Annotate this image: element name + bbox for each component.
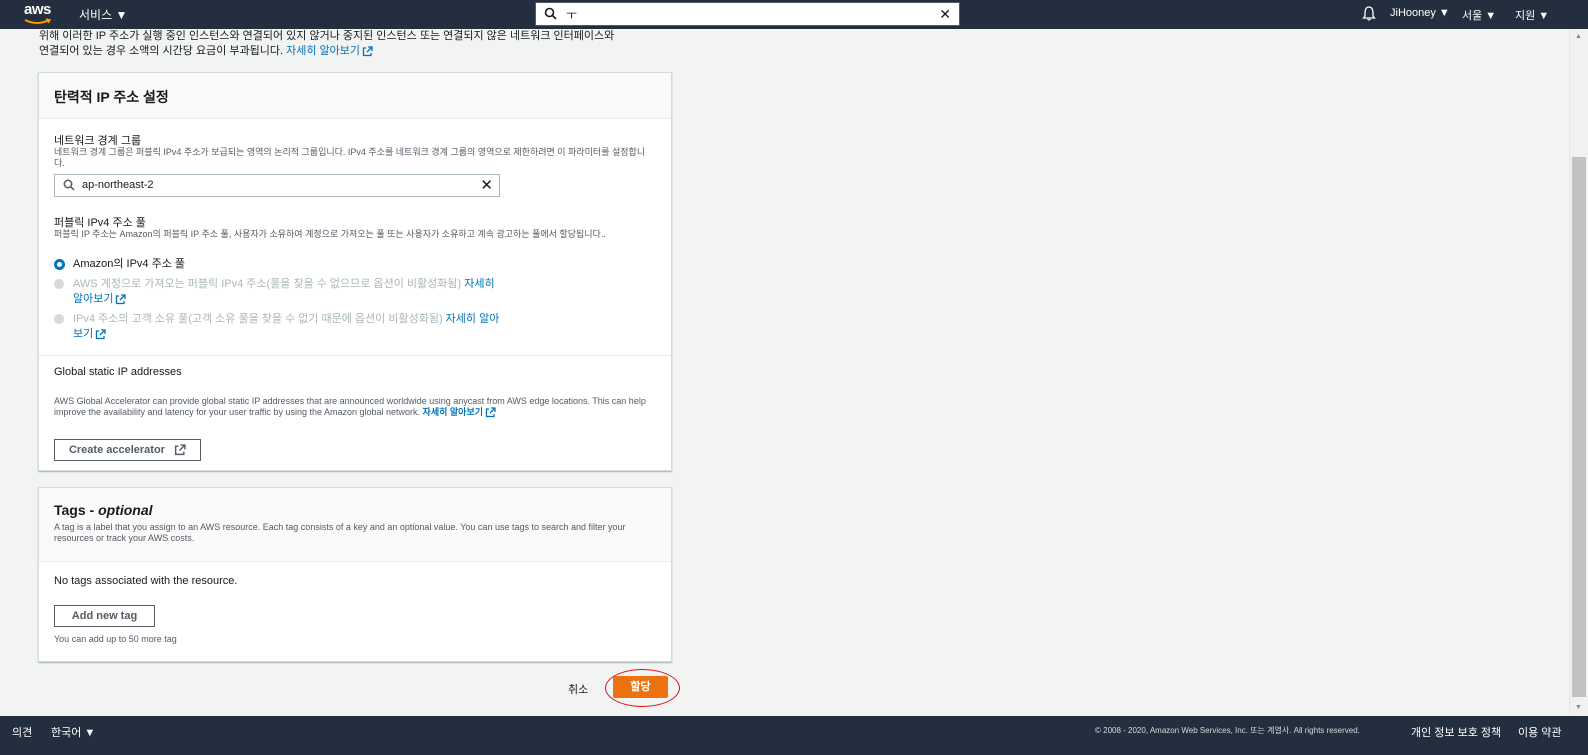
tags-title-text: Tags -	[54, 502, 99, 518]
search-icon	[63, 179, 75, 191]
search-icon	[544, 7, 557, 20]
copyright-text: © 2008 - 2020, Amazon Web Services, Inc.…	[1095, 726, 1360, 735]
terms-link[interactable]: 이용 약관	[1518, 724, 1562, 740]
pool-option-byoip-text: AWS 계정으로 가져오는 퍼블릭 IPv4 주소(풀을 찾을 수 없으므로 옵…	[73, 278, 462, 290]
global-search[interactable]: ㅜ ✕	[535, 2, 960, 26]
top-navigation: aws 서비스 ▼ ㅜ ✕ JiHooney ▼ 서울 ▼ 지원 ▼	[0, 0, 1588, 29]
tags-limit-hint: You can add up to 50 more tag	[54, 634, 177, 644]
global-ip-label: Global static IP addresses	[54, 366, 182, 378]
intro-text: 위해 이러한 IP 주소가 실행 중인 인스턴스와 연결되어 있지 않거나 중지…	[39, 29, 679, 59]
pool-option-byoip-label: AWS 계정으로 가져오는 퍼블릭 IPv4 주소(풀을 찾을 수 없으므로 옵…	[73, 277, 503, 307]
intro-learn-more-link[interactable]: 자세히 알아보기	[286, 45, 373, 57]
tags-description: A tag is a label that you assign to an A…	[54, 522, 626, 543]
nbg-field[interactable]: ap-northeast-2 ✕	[54, 174, 500, 197]
global-learn-more-link[interactable]: 자세히 알아보기	[422, 407, 496, 418]
support-menu[interactable]: 지원 ▼	[1515, 7, 1549, 23]
section-divider	[39, 355, 671, 356]
pool-radio-customer-owned	[54, 314, 64, 324]
external-link-icon	[485, 407, 496, 418]
language-selector[interactable]: 한국어 ▼	[51, 724, 95, 740]
create-accelerator-button[interactable]: Create accelerator	[54, 439, 201, 461]
tags-title: Tags - optional	[54, 502, 153, 518]
region-menu[interactable]: 서울 ▼	[1462, 7, 1496, 23]
search-input[interactable]: ㅜ	[566, 6, 577, 23]
external-link-icon	[174, 444, 186, 456]
aws-logo-text: aws	[24, 1, 51, 18]
scroll-down-icon[interactable]: ▼	[1575, 704, 1582, 711]
pool-radio-amazon[interactable]	[54, 259, 65, 270]
tags-header: Tags - optional A tag is a label that yo…	[39, 488, 671, 562]
services-menu[interactable]: 서비스 ▼	[79, 6, 127, 23]
tags-empty-text: No tags associated with the resource.	[54, 575, 238, 587]
feedback-link[interactable]: 의견	[12, 724, 32, 740]
global-ip-description: AWS Global Accelerator can provide globa…	[54, 396, 654, 418]
cancel-button[interactable]: 취소	[568, 681, 588, 697]
pool-option-coip-text: IPv4 주소의 고객 소유 풀(고객 소유 풀을 찾을 수 없기 때문에 옵션…	[73, 313, 443, 325]
nbg-value[interactable]: ap-northeast-2	[82, 179, 154, 191]
tags-optional-text: optional	[98, 502, 153, 518]
global-learn-more-text: 자세히 알아보기	[422, 407, 484, 417]
aws-smile-icon	[24, 18, 52, 24]
external-link-icon	[116, 293, 127, 304]
external-link-icon	[96, 328, 106, 339]
eip-settings-panel: 탄력적 IP 주소 설정 네트워크 경계 그룹 네트워크 경계 그룹은 퍼블릭 …	[38, 72, 672, 471]
aws-logo[interactable]: aws	[24, 2, 54, 26]
user-menu[interactable]: JiHooney ▼	[1390, 7, 1450, 19]
create-accelerator-label: Create accelerator	[68, 444, 165, 456]
scroll-up-icon[interactable]: ▲	[1575, 33, 1582, 40]
tags-panel: Tags - optional A tag is a label that yo…	[38, 487, 672, 662]
intro-line-2: 연결되어 있는 경우 소액의 시간당 요금이 부과됩니다. 자세히 알아보기	[39, 44, 679, 59]
annotation-circle	[605, 669, 680, 707]
privacy-policy-link[interactable]: 개인 정보 보호 정책	[1411, 724, 1501, 740]
page-scrollbar[interactable]: ▲ ▼	[1569, 29, 1588, 715]
main-content: 위해 이러한 IP 주소가 실행 중인 인스턴스와 연결되어 있지 않거나 중지…	[7, 29, 1549, 715]
eip-settings-title: 탄력적 IP 주소 설정	[54, 89, 169, 105]
footer: 의견 한국어 ▼ © 2008 - 2020, Amazon Web Servi…	[0, 716, 1588, 755]
pool-description: 퍼블릭 IP 주소는 Amazon의 퍼블릭 IP 주소 풀, 사용자가 소유하…	[54, 229, 606, 239]
bell-icon[interactable]	[1362, 6, 1376, 21]
intro-line-1: 위해 이러한 IP 주소가 실행 중인 인스턴스와 연결되어 있지 않거나 중지…	[39, 30, 615, 42]
global-ip-desc-text: AWS Global Accelerator can provide globa…	[54, 396, 646, 417]
add-new-tag-button[interactable]: Add new tag	[54, 605, 155, 627]
clear-nbg-icon[interactable]: ✕	[480, 176, 493, 194]
intro-learn-more-text: 자세히 알아보기	[286, 45, 361, 57]
nbg-label: 네트워크 경계 그룹	[54, 135, 142, 147]
scrollbar-thumb[interactable]	[1572, 157, 1586, 697]
pool-radio-byoip	[54, 279, 64, 289]
pool-option-coip-label: IPv4 주소의 고객 소유 풀(고객 소유 풀을 찾을 수 없기 때문에 옵션…	[73, 312, 503, 342]
nbg-description: 네트워크 경계 그룹은 퍼블릭 IPv4 주소가 보급되는 영역의 논리적 그룹…	[54, 147, 646, 168]
pool-option-amazon-label[interactable]: Amazon의 IPv4 주소 풀	[73, 257, 185, 272]
eip-settings-header: 탄력적 IP 주소 설정	[39, 73, 671, 119]
intro-line-2-text: 연결되어 있는 경우 소액의 시간당 요금이 부과됩니다.	[39, 45, 284, 57]
pool-label: 퍼블릭 IPv4 주소 풀	[54, 217, 146, 229]
external-link-icon	[362, 45, 373, 56]
clear-search-icon[interactable]: ✕	[939, 6, 951, 23]
